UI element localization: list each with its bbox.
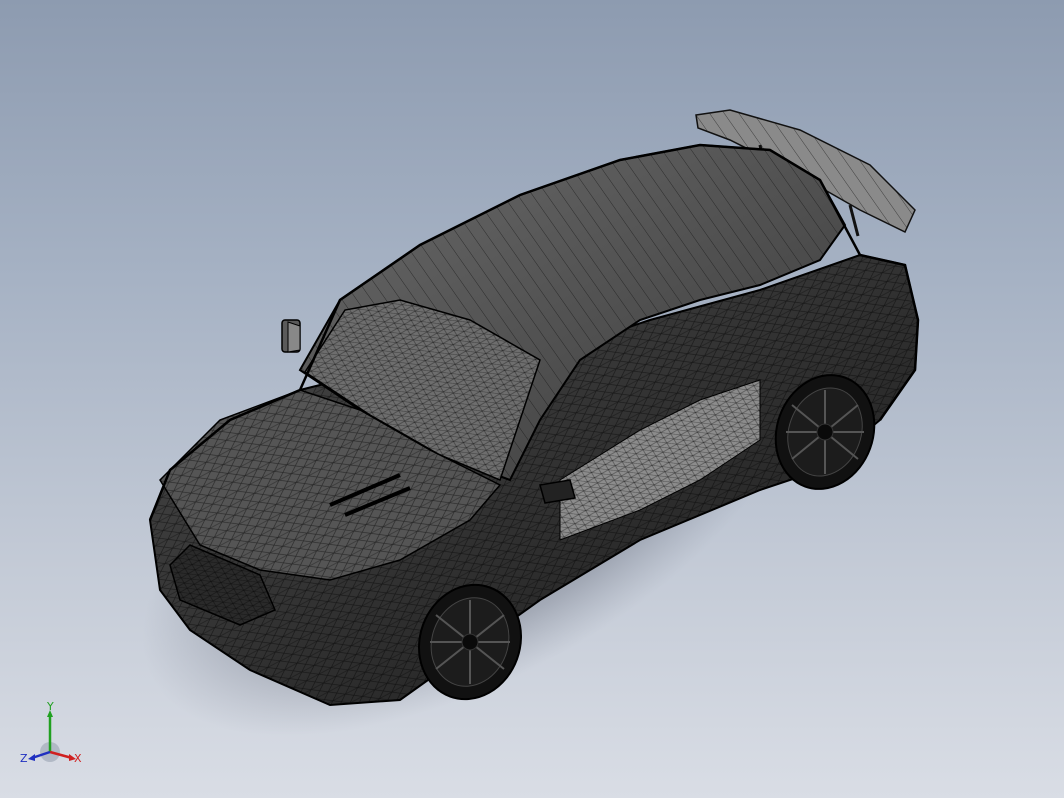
orientation-triad: Y X Z — [20, 700, 82, 765]
car-model[interactable] — [0, 0, 1064, 798]
z-axis-label: Z — [20, 752, 28, 765]
side-mirror-left — [281, 319, 301, 353]
x-axis-label: X — [74, 752, 82, 765]
graphics-viewport[interactable]: Y X Z — [0, 0, 1064, 798]
y-axis-label: Y — [46, 700, 54, 713]
side-mirror-right — [539, 479, 576, 504]
